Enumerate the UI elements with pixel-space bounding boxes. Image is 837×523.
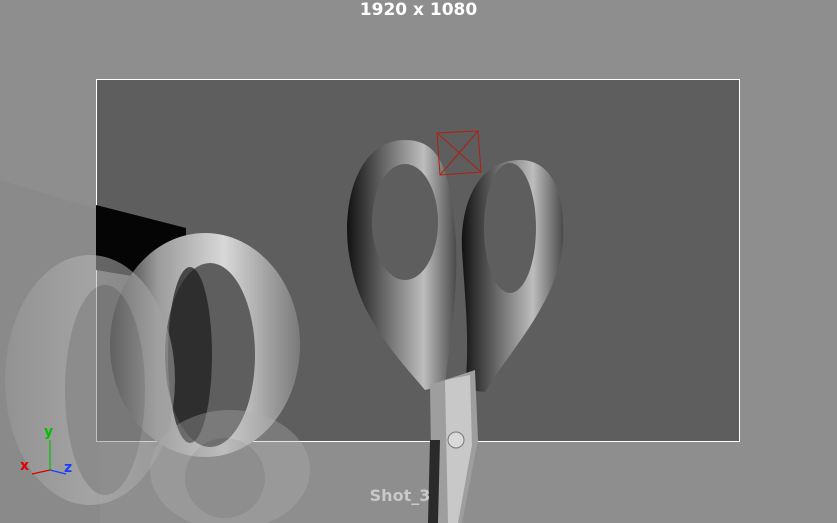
- axis-y-label: y: [44, 424, 54, 440]
- resolution-label: 1920 x 1080: [359, 0, 478, 20]
- ghost-ring: [5, 255, 175, 505]
- axis-z-label: z: [64, 460, 73, 476]
- camera-name-label: Shot_3: [369, 486, 431, 505]
- axis-x-label: x: [20, 458, 30, 474]
- viewport-scene: [0, 0, 837, 523]
- 3d-viewport[interactable]: 1920 x 1080 Shot_3 y x z: [0, 0, 837, 523]
